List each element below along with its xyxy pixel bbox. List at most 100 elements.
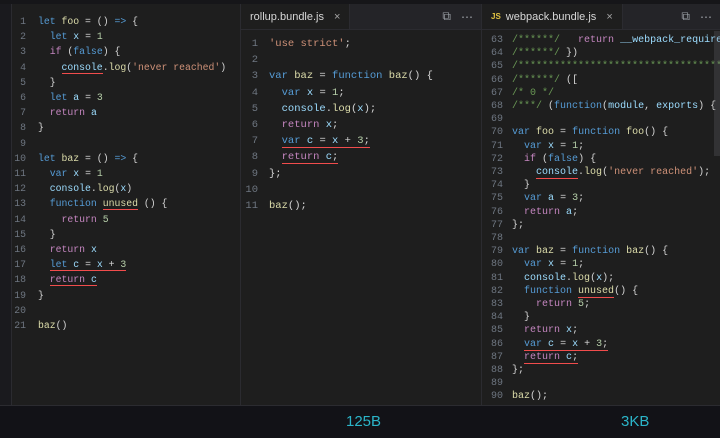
code-editor-rollup[interactable]: 1'use strict';23var baz = function baz()… xyxy=(241,30,481,405)
code-line[interactable]: 8} xyxy=(12,120,240,135)
code-line[interactable]: 2 let x = 1 xyxy=(12,29,240,44)
code-line[interactable]: 73 console.log('never reached'); xyxy=(482,166,720,179)
code-line[interactable]: 10 xyxy=(241,182,481,198)
code-text: baz(); xyxy=(269,198,307,214)
code-line[interactable]: 11 var x = 1 xyxy=(12,166,240,181)
code-line[interactable]: 16 return x xyxy=(12,242,240,257)
code-line[interactable]: 69 xyxy=(482,113,720,126)
line-number: 76 xyxy=(482,206,512,219)
code-line[interactable]: 75 var a = 3; xyxy=(482,192,720,205)
code-line[interactable]: 11baz(); xyxy=(241,198,481,214)
code-line[interactable]: 12 console.log(x) xyxy=(12,181,240,196)
tab-label: webpack.bundle.js xyxy=(506,11,597,23)
code-line[interactable]: 74 } xyxy=(482,179,720,192)
split-editor-icon[interactable]: ⧉ xyxy=(681,9,690,24)
code-line[interactable]: 81 console.log(x); xyxy=(482,272,720,285)
code-line[interactable]: 88}; xyxy=(482,364,720,377)
code-line[interactable]: 20 xyxy=(12,303,240,318)
code-line[interactable]: 67/* 0 */ xyxy=(482,87,720,100)
code-line[interactable]: 19} xyxy=(12,288,240,303)
line-number: 68 xyxy=(482,100,512,113)
line-number: 71 xyxy=(482,140,512,153)
code-line[interactable]: 79var baz = function baz() { xyxy=(482,245,720,258)
code-line[interactable]: 3 if (false) { xyxy=(12,44,240,59)
code-line[interactable]: 68/***/ (function(module, exports) { xyxy=(482,100,720,113)
code-line[interactable]: 77}; xyxy=(482,219,720,232)
line-number: 89 xyxy=(482,377,512,390)
code-line[interactable]: 71 var x = 1; xyxy=(482,140,720,153)
tab-label: rollup.bundle.js xyxy=(250,11,324,23)
code-line[interactable]: 82 function unused() { xyxy=(482,285,720,298)
code-line[interactable]: 6 let a = 3 xyxy=(12,90,240,105)
line-number: 9 xyxy=(12,136,38,151)
code-text: } xyxy=(38,288,44,303)
code-line[interactable]: 66/******/ ([ xyxy=(482,74,720,87)
code-text: var baz = function baz() { xyxy=(512,245,668,258)
code-line[interactable]: 5 } xyxy=(12,75,240,90)
code-line[interactable]: 4 var x = 1; xyxy=(241,85,481,101)
code-line[interactable]: 21baz() xyxy=(12,318,240,333)
code-editor-source[interactable]: 1let foo = () => {2 let x = 13 if (false… xyxy=(12,4,240,405)
code-line[interactable]: 87 return c; xyxy=(482,351,720,364)
code-text: var x = 1 xyxy=(38,166,103,181)
more-actions-icon[interactable]: ⋯ xyxy=(700,10,712,24)
code-text: console.log('never reached') xyxy=(38,60,226,75)
code-line[interactable]: 89 xyxy=(482,377,720,390)
code-line[interactable]: 85 return x; xyxy=(482,324,720,337)
line-number: 20 xyxy=(12,303,38,318)
close-icon[interactable]: × xyxy=(334,11,340,23)
line-number: 3 xyxy=(241,68,269,84)
line-number: 6 xyxy=(12,90,38,105)
code-line[interactable]: 86 var c = x + 3; xyxy=(482,338,720,351)
code-line[interactable]: 2 xyxy=(241,52,481,68)
line-number: 83 xyxy=(482,298,512,311)
code-line[interactable]: 5 console.log(x); xyxy=(241,101,481,117)
code-line[interactable]: 80 var x = 1; xyxy=(482,258,720,271)
code-line[interactable]: 18 return c xyxy=(12,272,240,287)
code-line[interactable]: 83 return 5; xyxy=(482,298,720,311)
code-line[interactable]: 78 xyxy=(482,232,720,245)
code-editor-webpack[interactable]: 63/******/ return __webpack_require__(0)… xyxy=(482,30,720,405)
code-line[interactable]: 7 var c = x + 3; xyxy=(241,133,481,149)
code-line[interactable]: 15 } xyxy=(12,227,240,242)
code-line[interactable]: 14 return 5 xyxy=(12,212,240,227)
code-line[interactable]: 3var baz = function baz() { xyxy=(241,68,481,84)
code-line[interactable]: 9}; xyxy=(241,166,481,182)
code-line[interactable]: 84 } xyxy=(482,311,720,324)
code-line[interactable]: 64/******/ }) xyxy=(482,47,720,60)
close-icon[interactable]: × xyxy=(606,11,612,23)
line-number: 2 xyxy=(12,29,38,44)
code-text: let x = 1 xyxy=(38,29,103,44)
line-number: 6 xyxy=(241,117,269,133)
code-text: var baz = function baz() { xyxy=(269,68,433,84)
code-line[interactable]: 70var foo = function foo() { xyxy=(482,126,720,139)
tab-webpack-bundle[interactable]: JS webpack.bundle.js × xyxy=(482,4,623,29)
code-line[interactable]: 76 return a; xyxy=(482,206,720,219)
code-line[interactable]: 1let foo = () => { xyxy=(12,14,240,29)
code-line[interactable]: 65/*************************************… xyxy=(482,60,720,73)
code-text: return a xyxy=(38,105,97,120)
code-line[interactable]: 13 function unused () { xyxy=(12,196,240,211)
code-line[interactable]: 72 if (false) { xyxy=(482,153,720,166)
code-line[interactable]: 4 console.log('never reached') xyxy=(12,60,240,75)
code-line[interactable]: 90baz(); xyxy=(482,390,720,403)
line-number: 4 xyxy=(241,85,269,101)
code-line[interactable]: 10let baz = () => { xyxy=(12,151,240,166)
tab-bar-rollup: rollup.bundle.js × ⧉ ⋯ xyxy=(241,4,481,30)
more-actions-icon[interactable]: ⋯ xyxy=(461,10,473,24)
code-text: } xyxy=(512,311,530,324)
code-line[interactable]: 17 let c = x + 3 xyxy=(12,257,240,272)
tab-rollup-bundle[interactable]: rollup.bundle.js × xyxy=(241,4,350,29)
split-editor-icon[interactable]: ⧉ xyxy=(442,9,451,24)
code-line[interactable]: 8 return c; xyxy=(241,149,481,165)
vertical-scrollbar[interactable] xyxy=(714,31,720,156)
code-text: baz(); xyxy=(512,390,548,403)
activity-bar[interactable] xyxy=(0,4,12,405)
code-line[interactable]: 1'use strict'; xyxy=(241,36,481,52)
code-line[interactable]: 7 return a xyxy=(12,105,240,120)
code-line[interactable]: 9 xyxy=(12,136,240,151)
line-number: 5 xyxy=(241,101,269,117)
code-line[interactable]: 63/******/ return __webpack_require__(0)… xyxy=(482,34,720,47)
code-text: /******/ }) xyxy=(512,47,578,60)
code-line[interactable]: 6 return x; xyxy=(241,117,481,133)
